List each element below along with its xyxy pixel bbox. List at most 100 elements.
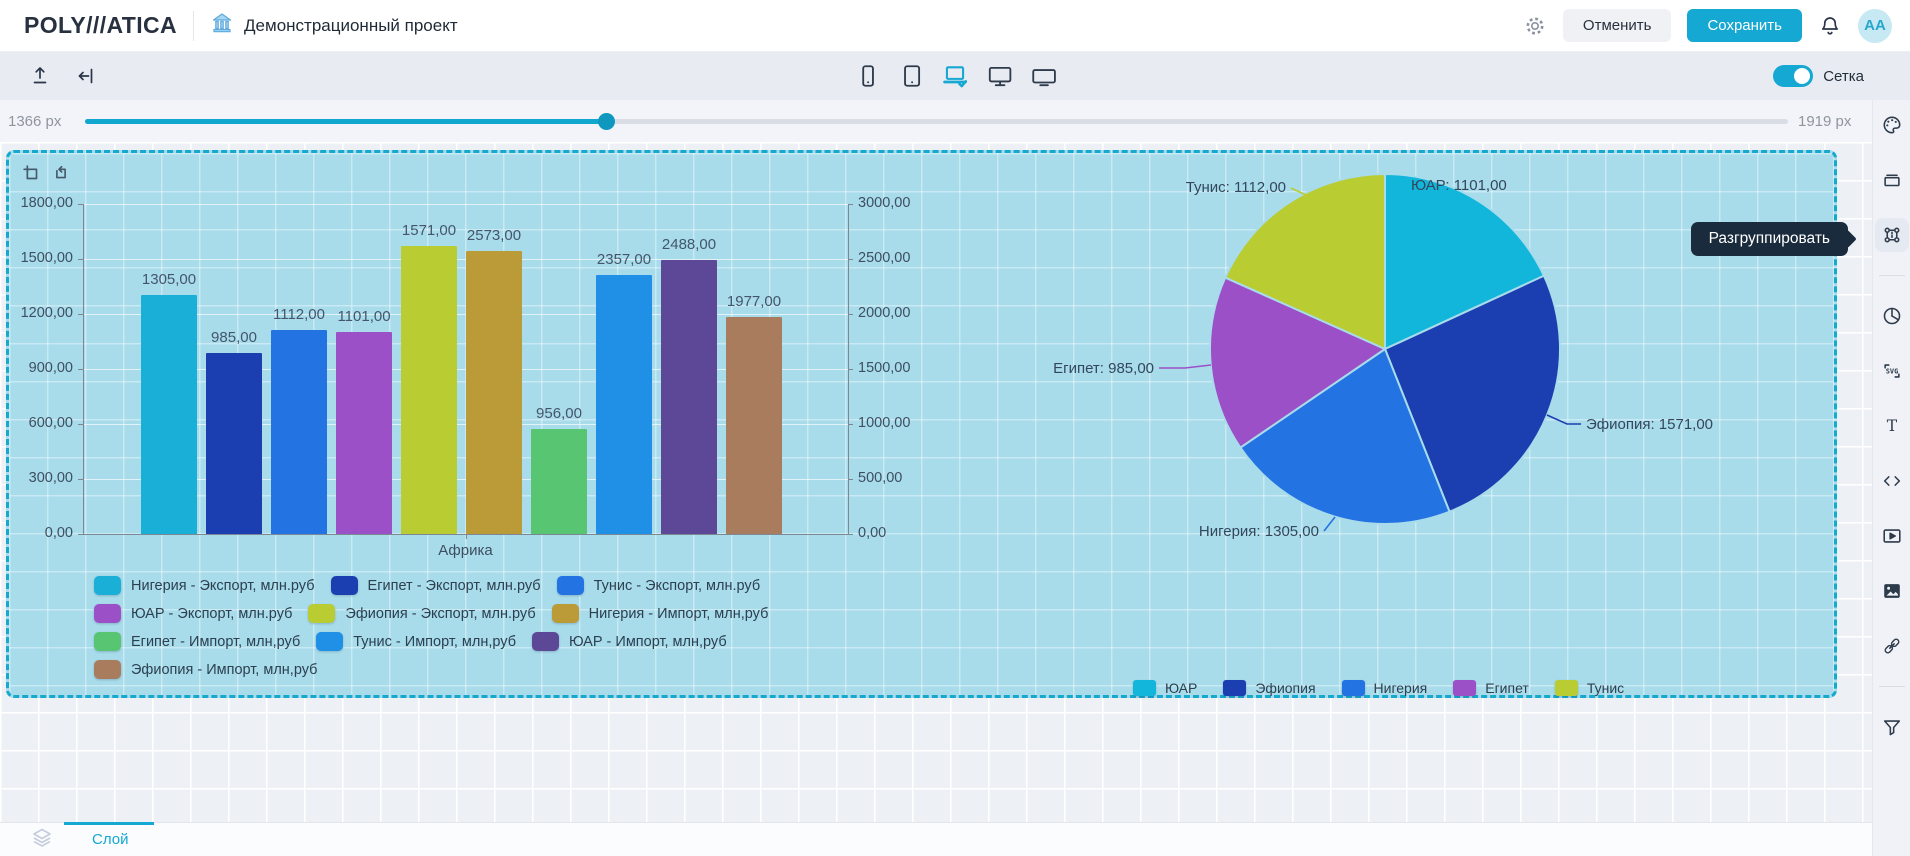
bar-1[interactable] <box>141 295 197 534</box>
pie-legend-item: Нигерия <box>1342 680 1428 696</box>
pie-legend-item: Египет <box>1453 680 1529 696</box>
pie-legend-label: ЮАР <box>1165 680 1197 696</box>
bar-value-label: 985,00 <box>211 329 257 346</box>
pie-legend-label: Египет <box>1485 680 1529 696</box>
collapse-left-icon[interactable] <box>74 64 98 88</box>
pie-legend-label: Эфиопия <box>1255 680 1315 696</box>
width-slider-track[interactable] <box>85 119 1788 124</box>
polymatica-logo[interactable]: POLY///ATICA <box>24 12 177 39</box>
left-axis-tick: 900,00 <box>29 360 73 376</box>
tools-sidebar: SVG T <box>1872 100 1910 856</box>
sidebar-tool-code-icon[interactable] <box>1875 464 1909 498</box>
project-bank-icon <box>210 11 234 40</box>
sidebar-tool-filter-icon[interactable] <box>1875 710 1909 744</box>
legend-item: Египет - Импорт, млн,руб <box>94 632 300 651</box>
bar-2[interactable] <box>206 353 262 534</box>
bar-10[interactable] <box>726 317 782 534</box>
settings-gear-icon[interactable] <box>1523 14 1547 38</box>
pie-legend-swatch <box>1342 680 1365 696</box>
user-avatar[interactable]: AA <box>1858 9 1892 43</box>
bar-8[interactable] <box>596 275 652 534</box>
device-preview-switcher <box>852 61 1058 91</box>
legend-item: Нигерия - Импорт, млн,руб <box>552 604 769 623</box>
bar-value-label: 1112,00 <box>273 306 325 323</box>
legend-swatch <box>94 576 121 595</box>
legend-swatch <box>94 632 121 651</box>
dashboard-canvas-selection[interactable]: 1800,001500,001200,00900,00600,00300,000… <box>6 150 1837 698</box>
sidebar-tool-link-icon[interactable] <box>1875 629 1909 663</box>
upload-icon[interactable] <box>28 64 52 88</box>
legend-item: ЮАР - Импорт, млн,руб <box>532 632 727 651</box>
legend-swatch <box>94 660 121 679</box>
sidebar-tool-svg-icon[interactable]: SVG <box>1875 354 1909 388</box>
legend-item: Эфиопия - Импорт, млн,руб <box>94 660 317 679</box>
sidebar-tool-video-icon[interactable] <box>1875 519 1909 553</box>
legend-label: Эфиопия - Импорт, млн,руб <box>131 662 317 678</box>
svg-text:T: T <box>1886 417 1897 435</box>
legend-item: Египет - Экспорт, млн.руб <box>331 576 541 595</box>
bar-value-label: 2488,00 <box>662 236 716 253</box>
bar-chart-widget[interactable]: 1800,001500,001200,00900,00600,00300,000… <box>23 165 923 689</box>
phone-icon[interactable] <box>852 61 882 91</box>
left-axis-tick: 1200,00 <box>21 305 73 321</box>
pie-legend-item: ЮАР <box>1133 680 1197 696</box>
left-axis-tick: 1800,00 <box>21 195 73 211</box>
monitor-icon[interactable] <box>984 61 1014 91</box>
bar-value-label: 2357,00 <box>597 251 651 268</box>
sidebar-tool-pie-chart-icon[interactable] <box>1875 299 1909 333</box>
right-axis-tick: 1000,00 <box>858 415 910 431</box>
legend-swatch <box>308 604 335 623</box>
header-divider <box>193 11 194 41</box>
laptop-icon[interactable] <box>940 61 970 91</box>
legend-label: ЮАР - Импорт, млн,руб <box>569 634 727 650</box>
legend-label: ЮАР - Экспорт, млн.руб <box>131 606 292 622</box>
workspace-grid[interactable]: 1800,001500,001200,00900,00600,00300,000… <box>0 142 1872 822</box>
bar-value-label: 1305,00 <box>142 271 196 288</box>
right-axis-tick: 500,00 <box>858 470 902 486</box>
pie-callout-line <box>1291 188 1306 195</box>
right-axis-tick: 1500,00 <box>858 360 910 376</box>
layer-tab[interactable]: Слой <box>92 831 128 848</box>
pie-callout-line <box>1547 415 1581 424</box>
sidebar-tool-text-icon[interactable]: T <box>1875 409 1909 443</box>
legend-label: Египет - Импорт, млн,руб <box>131 634 300 650</box>
legend-label: Эфиопия - Экспорт, млн.руб <box>345 606 535 622</box>
x-axis-category-label: Африка <box>438 542 492 559</box>
bar-5[interactable] <box>401 246 457 534</box>
slider-min-label: 1366 px <box>8 113 61 130</box>
legend-swatch <box>94 604 121 623</box>
cancel-button[interactable]: Отменить <box>1563 9 1672 42</box>
legend-item: ЮАР - Экспорт, млн.руб <box>94 604 292 623</box>
sidebar-divider <box>1879 686 1905 687</box>
tv-icon[interactable] <box>1028 61 1058 91</box>
sidebar-tool-container-icon[interactable] <box>1875 163 1909 197</box>
sidebar-tool-palette-icon[interactable] <box>1875 108 1909 142</box>
grid-toggle-label: Сетка <box>1823 68 1864 85</box>
notifications-bell-icon[interactable] <box>1818 14 1842 38</box>
save-button[interactable]: Сохранить <box>1687 9 1802 42</box>
legend-item: Тунис - Экспорт, млн.руб <box>557 576 761 595</box>
right-axis-tick: 2000,00 <box>858 305 910 321</box>
pie-slice-label: ЮАР: 1101,00 <box>1411 177 1507 194</box>
bar-6[interactable] <box>466 251 522 534</box>
sidebar-tool-image-icon[interactable] <box>1875 574 1909 608</box>
bar-7[interactable] <box>531 429 587 534</box>
pie-legend-swatch <box>1133 680 1156 696</box>
left-axis-tick: 600,00 <box>29 415 73 431</box>
bar-3[interactable] <box>271 330 327 534</box>
pie-legend-item: Эфиопия <box>1223 680 1315 696</box>
bar-9[interactable] <box>661 260 717 534</box>
grid-toggle[interactable] <box>1773 65 1813 87</box>
right-axis-tick: 3000,00 <box>858 195 910 211</box>
layers-icon <box>30 825 54 854</box>
tablet-icon[interactable] <box>896 61 926 91</box>
left-axis-tick: 1500,00 <box>21 250 73 266</box>
bar-4[interactable] <box>336 332 392 534</box>
pie-legend-swatch <box>1555 680 1578 696</box>
width-slider-row: 1366 px 1919 px <box>0 100 1872 142</box>
width-slider-handle[interactable] <box>598 113 615 130</box>
project-title: Демонстрационный проект <box>244 16 458 36</box>
left-axis-tick: 0,00 <box>45 525 73 541</box>
legend-item: Тунис - Импорт, млн,руб <box>316 632 516 651</box>
sidebar-tool-group-select-icon[interactable] <box>1875 218 1909 252</box>
